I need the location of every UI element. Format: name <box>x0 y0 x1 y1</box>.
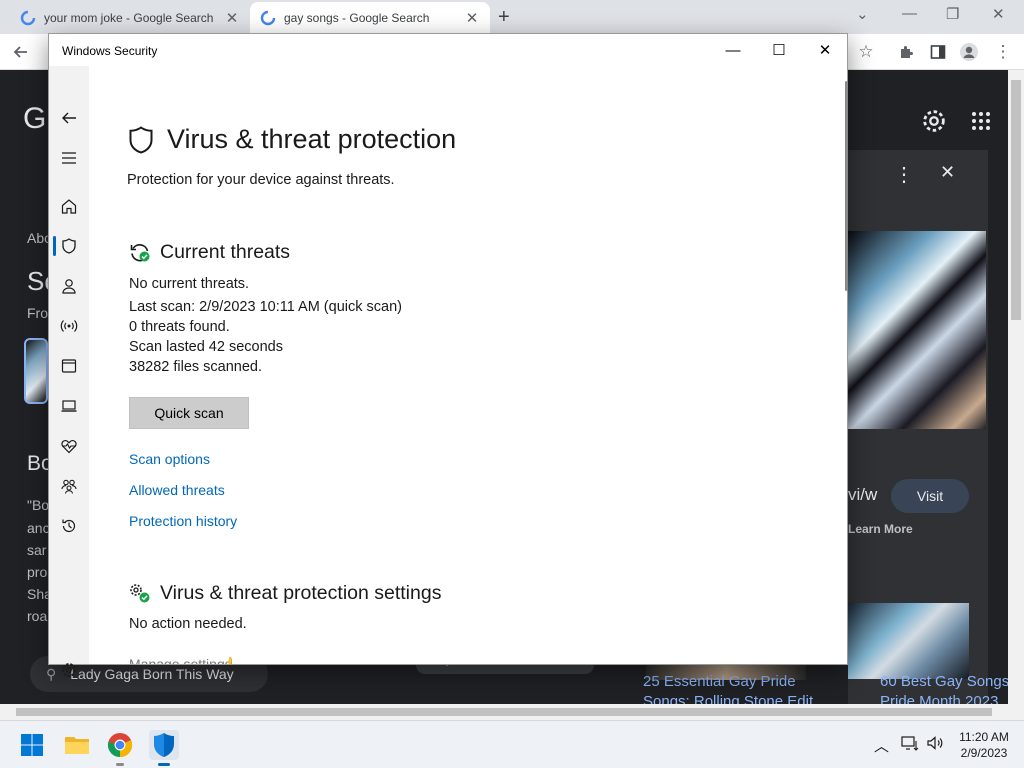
current-threats-heading-text: Current threats <box>160 241 291 263</box>
settings-ok-icon <box>130 584 150 603</box>
hamburger-menu-icon[interactable] <box>49 141 89 175</box>
threat-scan-ok-icon <box>130 244 150 262</box>
minimize-button[interactable]: — <box>902 5 917 22</box>
page-title-text: Virus & threat protection <box>167 124 457 154</box>
window-title: Windows Security <box>62 44 158 58</box>
history-icon[interactable] <box>49 509 89 543</box>
threats-found: 0 threats found. <box>129 319 230 335</box>
browser-tab-strip: your mom joke - Google Search ✕ gay song… <box>0 0 1024 34</box>
chrome-menu-icon[interactable]: ⋮ <box>992 41 1014 63</box>
windows-security-icon[interactable] <box>149 730 179 766</box>
clock-date: 2/9/2023 <box>960 746 1008 760</box>
settings-status: No action needed. <box>129 616 247 632</box>
tab-search-icon[interactable]: ⌄ <box>856 5 869 23</box>
page-horizontal-scrollbar[interactable] <box>0 704 1024 720</box>
page-subtitle: Protection for your device against threa… <box>127 172 395 188</box>
windows-start-icon[interactable] <box>17 730 47 760</box>
tab-title: your mom joke - Google Search <box>44 11 214 25</box>
learn-more-link[interactable]: Learn More <box>848 522 913 536</box>
restore-button[interactable]: ❐ <box>946 5 959 23</box>
tab-close-icon[interactable]: ✕ <box>464 9 480 27</box>
new-tab-button[interactable]: + <box>498 6 510 29</box>
scan-options-link[interactable]: Scan options <box>129 451 210 467</box>
current-threats-heading: Current threats <box>129 241 290 264</box>
scrollbar-thumb[interactable] <box>1011 80 1021 320</box>
related-card-caption[interactable]: Songs: Rolling Stone Edit <box>643 693 813 704</box>
shield-icon[interactable] <box>49 229 89 263</box>
image-thumbnail[interactable] <box>24 338 48 404</box>
google-favicon-icon <box>20 10 36 26</box>
protection-settings-heading: Virus & threat protection settings <box>129 582 441 605</box>
account-icon[interactable] <box>49 269 89 303</box>
scrollbar-thumb[interactable] <box>16 708 992 716</box>
allowed-threats-link[interactable]: Allowed threats <box>129 482 225 498</box>
profile-avatar-icon[interactable] <box>958 41 980 63</box>
related-image-thumbnail[interactable] <box>848 603 969 679</box>
taskbar-clock[interactable]: 11:20 AM 2/9/2023 <box>952 729 1016 761</box>
side-panel-icon[interactable] <box>927 41 949 63</box>
related-search-label: Lady Gaga Born This Way <box>70 666 234 682</box>
browser-tab-gay-songs[interactable]: gay songs - Google Search ✕ <box>250 2 490 34</box>
chrome-icon[interactable] <box>105 730 135 766</box>
file-explorer-icon[interactable] <box>62 730 92 760</box>
device-health-icon[interactable] <box>49 429 89 463</box>
back-arrow-icon[interactable] <box>10 41 32 63</box>
shield-icon <box>129 125 153 154</box>
tab-close-icon[interactable]: ✕ <box>224 9 240 27</box>
family-options-icon[interactable] <box>49 469 89 503</box>
protection-history-link[interactable]: Protection history <box>129 513 237 529</box>
content-scrollbar[interactable] <box>845 81 848 291</box>
close-button[interactable]: ✕ <box>992 5 1005 23</box>
left-fragment: Fro <box>27 305 48 321</box>
visit-button[interactable]: Visit <box>891 479 969 513</box>
close-button[interactable]: ✕ <box>814 39 836 61</box>
threat-status: No current threats. <box>129 276 250 292</box>
maximize-button[interactable]: ☐ <box>768 39 790 61</box>
page-vertical-scrollbar[interactable] <box>1008 70 1024 704</box>
window-title-bar[interactable]: Windows Security — ☐ ✕ <box>49 34 847 66</box>
related-card-caption[interactable]: 25 Essential Gay Pride <box>643 673 796 690</box>
left-fragment: roa <box>27 608 48 624</box>
browser-tab-your-mom-joke[interactable]: your mom joke - Google Search ✕ <box>10 2 250 34</box>
page-title: Virus & threat protection <box>127 124 456 155</box>
home-icon[interactable] <box>49 189 89 223</box>
main-content: Virus & threat protection Protection for… <box>89 66 847 664</box>
close-preview-icon[interactable]: ✕ <box>940 162 955 183</box>
clock-time: 11:20 AM <box>959 730 1009 744</box>
windows-security-window: Windows Security — ☐ ✕ Virus & threat pr… <box>48 33 848 677</box>
bookmark-star-icon[interactable]: ☆ <box>855 41 877 63</box>
tab-title: gay songs - Google Search <box>284 11 430 25</box>
google-favicon-icon <box>260 10 276 26</box>
hand-pointer-cursor-icon: ☝ <box>214 656 239 664</box>
settings-gear-icon[interactable] <box>49 653 89 687</box>
url-fragment: vi/w <box>848 485 878 504</box>
network-icon[interactable] <box>901 735 919 755</box>
firewall-network-icon[interactable] <box>49 309 89 343</box>
related-card-caption[interactable]: Pride Month 2023 <box>880 693 998 704</box>
app-browser-control-icon[interactable] <box>49 349 89 383</box>
google-logo[interactable]: G <box>23 102 46 136</box>
chevron-up-icon[interactable]: ︿ <box>874 735 889 756</box>
device-security-icon[interactable] <box>49 389 89 423</box>
scan-duration: Scan lasted 42 seconds <box>129 339 283 355</box>
settings-gear-icon[interactable] <box>920 107 948 135</box>
volume-icon[interactable] <box>926 735 944 755</box>
last-scan-info: Last scan: 2/9/2023 10:11 AM (quick scan… <box>129 299 402 315</box>
minimize-button[interactable]: — <box>722 39 744 61</box>
extensions-puzzle-icon[interactable] <box>895 41 917 63</box>
google-apps-grid-icon[interactable] <box>971 111 991 131</box>
related-card-caption[interactable]: 60 Best Gay Songs <box>880 673 1009 690</box>
navigation-sidebar <box>49 66 89 677</box>
windows-taskbar: ︿ 11:20 AM 2/9/2023 <box>0 720 1024 768</box>
files-scanned: 38282 files scanned. <box>129 359 263 375</box>
back-arrow-icon[interactable] <box>49 101 89 135</box>
quick-scan-button[interactable]: Quick scan <box>129 397 249 429</box>
preview-image[interactable] <box>848 231 986 429</box>
protection-settings-heading-text: Virus & threat protection settings <box>160 582 442 604</box>
more-options-icon[interactable]: ⋮ <box>894 162 914 187</box>
